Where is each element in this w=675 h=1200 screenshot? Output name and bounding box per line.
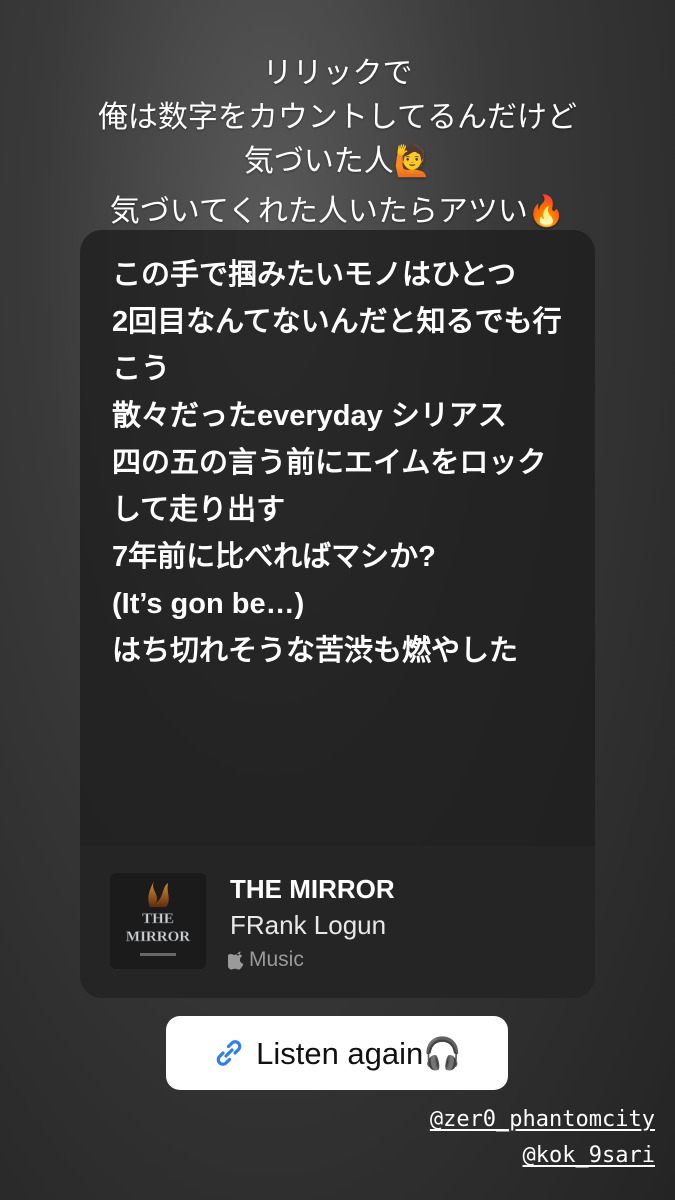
lyric-line: 7年前に比べればマシか?: [112, 541, 436, 573]
album-art: THE MIRROR: [110, 873, 206, 969]
story-caption: リリックで 俺は数字をカウントしてるんだけど 気づいた人🙋 気づいてくれた人いた…: [0, 52, 675, 234]
caption-line: 気づいてくれた人いたらアツい🔥: [109, 194, 566, 229]
lyric-line: 2回目なんてないんだと知るでも行こう: [112, 306, 562, 385]
svg-text:MIRROR: MIRROR: [126, 929, 190, 945]
track-title: THE MIRROR: [230, 874, 395, 904]
mention-link[interactable]: @kok_9sari: [430, 1138, 655, 1174]
caption-line: 俺は数字をカウントしてるんだけど: [97, 100, 578, 135]
caption-line: リリックで: [262, 56, 413, 91]
svg-text:THE: THE: [142, 911, 174, 927]
lyric-line: 散々だったeveryday シリアス: [112, 400, 507, 432]
track-artist: FRank Logun: [230, 910, 387, 940]
lyric-line: 四の五の言う前にエイムをロックして走り出す: [112, 447, 547, 526]
lyric-line: はち切れそうな苦渋も燃やした: [112, 635, 519, 667]
mention-link[interactable]: @zer0_phantomcity: [430, 1102, 655, 1138]
apple-logo-icon: [228, 951, 244, 970]
track-info[interactable]: THE MIRROR THE MIRROR FRank Logun Music: [80, 846, 595, 998]
service-label: Music: [249, 948, 304, 971]
lyric-line: この手で掴みたいモノはひとつ: [112, 259, 516, 291]
lyrics-card[interactable]: この手で掴みたいモノはひとつ 2回目なんてないんだと知るでも行こう 散々だったe…: [80, 230, 595, 998]
mentions: @zer0_phantomcity @kok_9sari: [430, 1102, 655, 1174]
apple-music-brand: Music: [228, 948, 304, 972]
caption-line: 気づいた人🙋: [243, 144, 432, 179]
lyric-line: (It’s gon be…): [112, 588, 305, 620]
link-icon: [216, 1040, 242, 1066]
sticker-label: Listen again🎧: [256, 1035, 462, 1071]
lyrics-list: この手で掴みたいモノはひとつ 2回目なんてないんだと知るでも行こう 散々だったe…: [112, 252, 572, 675]
link-sticker[interactable]: Listen again🎧: [166, 1016, 508, 1090]
